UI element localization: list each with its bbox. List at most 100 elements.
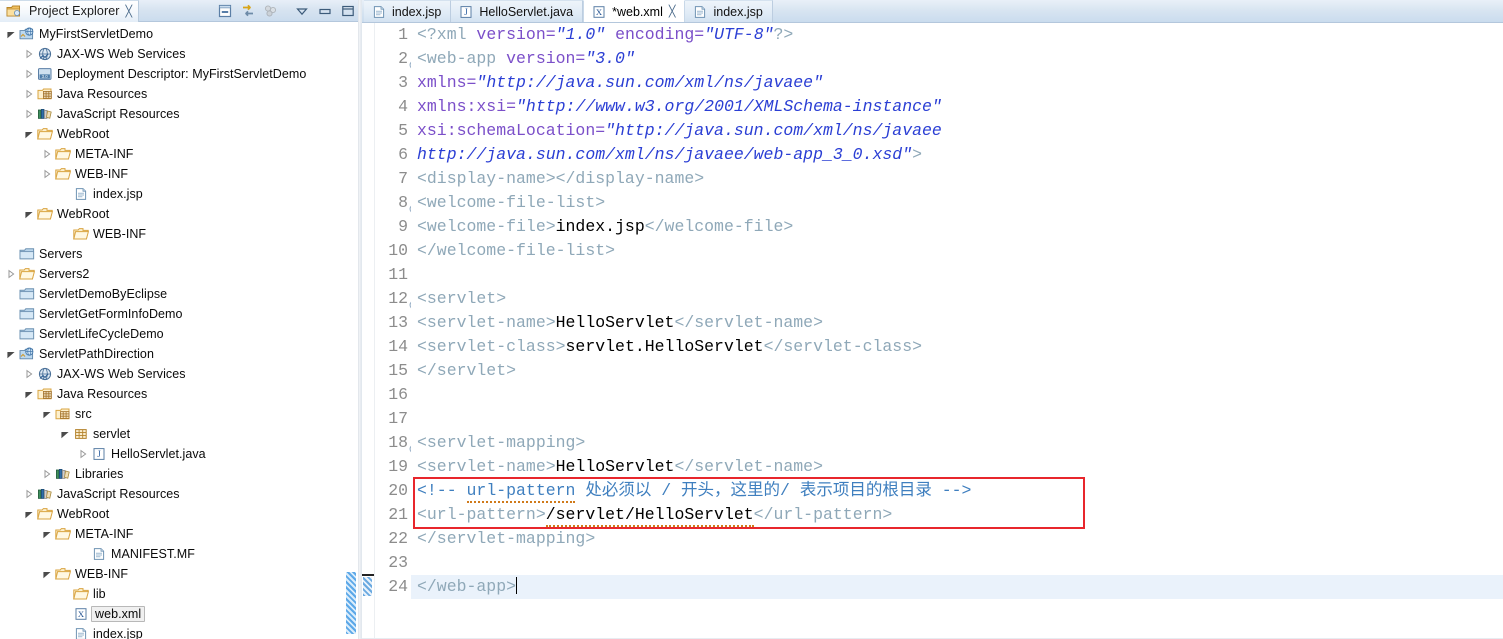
editor-tab[interactable]: index.jsp [685,0,773,22]
expand-arrow-open-icon[interactable] [22,384,36,404]
expand-arrow-closed-icon[interactable] [22,364,36,384]
tree-item[interactable]: ServletGetFormInfoDemo [0,304,362,324]
tree-item[interactable]: ServletPathDirection [0,344,362,364]
expand-arrow-closed-icon[interactable] [40,164,54,184]
line-number: 2 [375,47,419,71]
code-line[interactable]: xmlns:xsi="http://www.w3.org/2001/XMLSch… [411,95,1503,119]
tree-item[interactable]: Xweb.xml [0,604,362,624]
code-line[interactable]: <servlet-mapping> [411,431,1503,455]
close-icon[interactable]: ╳ [126,6,133,17]
link-with-editor-icon[interactable] [240,3,256,19]
code-line[interactable]: <?xml version="1.0" encoding="UTF-8"?> [411,23,1503,47]
code-line[interactable] [411,263,1503,287]
tree-item[interactable]: WebRoot [0,504,362,524]
editor-tab[interactable]: X *web.xml ╳ [583,0,686,22]
tree-item[interactable]: src [0,404,362,424]
code-line[interactable] [411,407,1503,431]
tree-item[interactable]: lib [0,584,362,604]
code-viewport[interactable]: 1 2 3 4 5 6 7 8 9 10 11 12 13 14 15 16 17 18 19 20 21 22 23 24 … [362,23,1503,639]
expand-arrow-closed-icon[interactable] [40,144,54,164]
editor-tab[interactable]: J HelloServlet.java [451,0,584,22]
tree-item[interactable]: META-INF [0,524,362,544]
expand-arrow-open-icon[interactable] [22,124,36,144]
chevron-down-icon[interactable] [294,3,310,19]
code-line[interactable]: </servlet> [411,359,1503,383]
maximize-icon[interactable] [340,3,356,19]
expand-arrow-open-icon[interactable] [22,504,36,524]
view-menu-icon[interactable] [263,3,279,19]
expand-arrow-closed-icon[interactable] [22,64,36,84]
tree-item[interactable]: WebRoot [0,124,362,144]
expand-arrow-open-icon[interactable] [58,424,72,444]
tree-item[interactable]: JAX-WS Web Services [0,44,362,64]
expand-arrow-closed-icon[interactable] [22,44,36,64]
expand-arrow-closed-icon[interactable] [40,464,54,484]
tree-item[interactable]: Servers2 [0,264,362,284]
code-line[interactable]: <servlet-name>HelloServlet</servlet-name… [411,311,1503,335]
expand-arrow-closed-icon[interactable] [22,484,36,504]
code-line[interactable]: xsi:schemaLocation="http://java.sun.com/… [411,119,1503,143]
collapse-all-icon[interactable] [217,3,233,19]
code-line[interactable]: <servlet-class>servlet.HelloServlet</ser… [411,335,1503,359]
code-line[interactable]: <welcome-file-list> [411,191,1503,215]
expand-arrow-closed-icon[interactable] [22,84,36,104]
code-line[interactable] [411,551,1503,575]
code-text[interactable]: <?xml version="1.0" encoding="UTF-8"?> <w… [411,23,1503,639]
expand-arrow-open-icon[interactable] [40,404,54,424]
tree-item[interactable]: 3.0 Deployment Descriptor: MyFirstServlet… [0,64,362,84]
tree-item-label: WebRoot [57,207,110,221]
line-number: 11 [375,263,411,287]
annotation-ruler[interactable] [362,23,375,639]
tree-scrollbar-thumb[interactable] [346,572,356,634]
code-line[interactable]: xmlns="http://java.sun.com/xml/ns/javaee… [411,71,1503,95]
tree-item[interactable]: WEB-INF [0,224,362,244]
tree-item[interactable]: index.jsp [0,624,362,639]
tree-item[interactable]: Java Resources [0,84,362,104]
tree-item[interactable]: ServletLifeCycleDemo [0,324,362,344]
tree-item[interactable]: MyFirstServletDemo [0,24,362,44]
tree-item[interactable]: JAX-WS Web Services [0,364,362,384]
tree-item[interactable]: JavaScript Resources [0,484,362,504]
tree-item[interactable]: WEB-INF [0,164,362,184]
code-line[interactable]: </servlet-mapping> [411,527,1503,551]
code-line[interactable]: <welcome-file>index.jsp</welcome-file> [411,215,1503,239]
tree-item[interactable]: MANIFEST.MF [0,544,362,564]
tree-item[interactable]: servlet [0,424,362,444]
code-line[interactable]: <url-pattern>/servlet/HelloServlet</url-… [411,503,1503,527]
expand-arrow-open-icon[interactable] [4,24,18,44]
code-line[interactable]: </welcome-file-list> [411,239,1503,263]
tree-item[interactable]: J HelloServlet.java [0,444,362,464]
tree-item[interactable]: JavaScript Resources [0,104,362,124]
expand-arrow-open-icon[interactable] [4,344,18,364]
code-line[interactable]: <display-name></display-name> [411,167,1503,191]
code-line[interactable]: <!-- url-pattern 处必须以 / 开头，这里的/ 表示项目的根目录… [411,479,1503,503]
close-icon[interactable]: ╳ [669,6,676,17]
editor-tab[interactable]: index.jsp [364,0,452,22]
tree-item[interactable]: WEB-INF [0,564,362,584]
tab-project-explorer[interactable]: Project Explorer ╳ [0,0,140,22]
tree-item[interactable]: Servers [0,244,362,264]
expand-arrow-open-icon[interactable] [40,564,54,584]
code-line[interactable]: </web-app> [411,575,1503,599]
code-line[interactable]: <servlet-name>HelloServlet</servlet-name… [411,455,1503,479]
code-line[interactable]: <servlet> [411,287,1503,311]
project-tree[interactable]: MyFirstServletDemo JAX-WS Web Services 3.0… [0,22,362,639]
tree-item[interactable]: WebRoot [0,204,362,224]
minimize-icon[interactable] [317,3,333,19]
tree-item[interactable]: ServletDemoByEclipse [0,284,362,304]
tree-item[interactable]: index.jsp [0,184,362,204]
code-line[interactable] [411,383,1503,407]
tree-item[interactable]: META-INF [0,144,362,164]
code-line[interactable]: <web-app version="3.0" [411,47,1503,71]
folder-icon [54,166,72,182]
folder-icon [36,506,54,522]
tree-item[interactable]: Java Resources [0,384,362,404]
expand-arrow-closed-icon[interactable] [4,264,18,284]
code-token: <welcome-file-list> [417,193,606,212]
expand-arrow-closed-icon[interactable] [76,444,90,464]
expand-arrow-open-icon[interactable] [22,204,36,224]
expand-arrow-closed-icon[interactable] [22,104,36,124]
code-line[interactable]: http://java.sun.com/xml/ns/javaee/web-ap… [411,143,1503,167]
expand-arrow-open-icon[interactable] [40,524,54,544]
tree-item[interactable]: Libraries [0,464,362,484]
